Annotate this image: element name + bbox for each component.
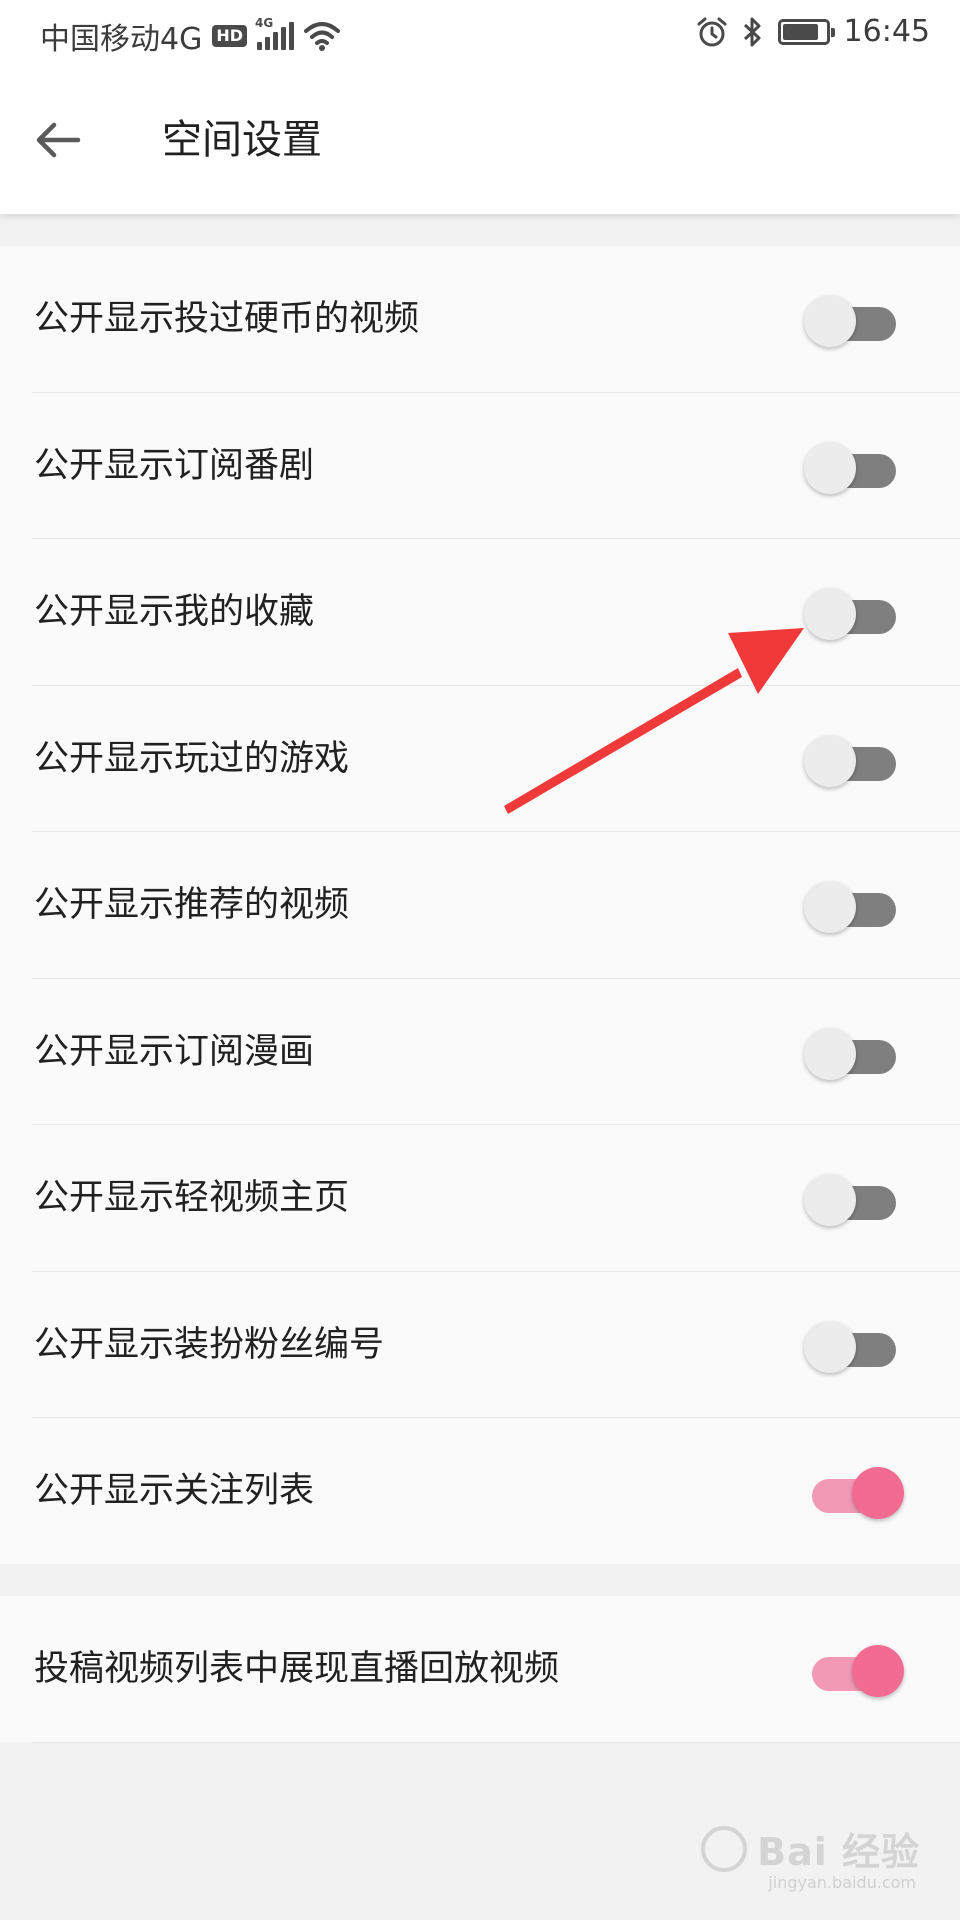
signal-tag: 4G bbox=[255, 16, 274, 30]
app-bar: 空间设置 bbox=[0, 66, 960, 214]
switch-thumb bbox=[804, 441, 856, 494]
row-divider bbox=[32, 1741, 960, 1743]
setting-label: 公开显示订阅番剧 bbox=[34, 445, 315, 486]
setting-row[interactable]: 公开显示订阅漫画 bbox=[0, 979, 960, 1125]
carrier-text: 中国移动4G bbox=[40, 22, 203, 57]
switch-thumb bbox=[804, 1174, 856, 1227]
setting-row[interactable]: 公开显示玩过的游戏 bbox=[0, 686, 960, 832]
setting-row[interactable]: 公开显示我的收藏 bbox=[0, 539, 960, 686]
switch-thumb bbox=[804, 1320, 856, 1373]
alarm-icon bbox=[697, 17, 727, 46]
setting-label: 公开显示轻视频主页 bbox=[34, 1178, 350, 1219]
toggle-switch[interactable] bbox=[804, 441, 898, 494]
wifi-icon bbox=[304, 22, 341, 51]
toggle-switch[interactable] bbox=[804, 295, 898, 348]
setting-row[interactable]: 公开显示轻视频主页 bbox=[0, 1125, 960, 1272]
toggle-switch[interactable] bbox=[804, 588, 898, 641]
toggle-switch[interactable] bbox=[804, 1174, 898, 1227]
watermark-site: jingyan.baidu.com bbox=[768, 1873, 916, 1892]
bluetooth-icon bbox=[743, 17, 761, 46]
page-title: 空间设置 bbox=[162, 117, 322, 163]
toggle-switch[interactable] bbox=[804, 1027, 898, 1080]
paw-logo-icon bbox=[701, 1825, 748, 1872]
setting-label: 公开显示推荐的视频 bbox=[34, 885, 350, 926]
setting-row[interactable]: 公开显示装扮粉丝编号 bbox=[0, 1272, 960, 1418]
status-right: 16:45 bbox=[696, 14, 930, 49]
toggle-switch[interactable] bbox=[804, 1320, 898, 1373]
battery-icon bbox=[777, 18, 835, 45]
setting-label: 公开显示玩过的游戏 bbox=[34, 738, 350, 779]
setting-label: 公开显示装扮粉丝编号 bbox=[34, 1324, 385, 1365]
setting-row[interactable]: 公开显示关注列表 bbox=[0, 1418, 960, 1565]
watermark-brand: Bai 经验 bbox=[757, 1830, 920, 1874]
settings-group-videos: 投稿视频列表中展现直播回放视频 bbox=[0, 1596, 960, 1743]
toggle-switch[interactable] bbox=[804, 734, 898, 787]
switch-thumb bbox=[804, 588, 856, 641]
switch-thumb bbox=[804, 295, 856, 348]
watermark: Bai 经验 jingyan.baidu.com bbox=[701, 1821, 920, 1892]
switch-thumb bbox=[804, 1027, 856, 1080]
hd-icon: HD bbox=[212, 25, 248, 47]
switch-thumb bbox=[804, 881, 856, 934]
clock-text: 16:45 bbox=[843, 14, 930, 49]
signal-icon: 4G bbox=[255, 16, 295, 50]
settings-group-privacy: 公开显示投过硬币的视频 公开显示订阅番剧 公开显示我的收藏 公开显示玩过的游戏 公开显示… bbox=[0, 246, 960, 1564]
arrow-left-icon bbox=[36, 122, 81, 158]
setting-label: 投稿视频列表中展现直播回放视频 bbox=[34, 1649, 560, 1690]
battery-fill bbox=[782, 23, 819, 40]
toggle-switch[interactable] bbox=[804, 881, 898, 934]
switch-thumb bbox=[852, 1645, 904, 1698]
setting-row-live-replay[interactable]: 投稿视频列表中展现直播回放视频 bbox=[0, 1596, 960, 1743]
toggle-switch[interactable] bbox=[808, 1467, 904, 1520]
status-bar: 中国移动4G HD 4G 16:45 bbox=[0, 0, 960, 66]
switch-thumb bbox=[852, 1467, 904, 1520]
switch-thumb bbox=[804, 734, 856, 787]
status-left: 中国移动4G HD 4G bbox=[40, 14, 341, 58]
setting-label: 公开显示投过硬币的视频 bbox=[34, 299, 420, 340]
setting-label: 公开显示订阅漫画 bbox=[34, 1031, 315, 1072]
setting-label: 公开显示关注列表 bbox=[34, 1471, 315, 1512]
setting-row[interactable]: 公开显示订阅番剧 bbox=[0, 393, 960, 539]
back-button[interactable] bbox=[34, 108, 114, 172]
setting-row[interactable]: 公开显示推荐的视频 bbox=[0, 832, 960, 979]
setting-row[interactable]: 公开显示投过硬币的视频 bbox=[0, 246, 960, 393]
setting-label: 公开显示我的收藏 bbox=[34, 592, 315, 633]
toggle-switch[interactable] bbox=[808, 1645, 904, 1698]
